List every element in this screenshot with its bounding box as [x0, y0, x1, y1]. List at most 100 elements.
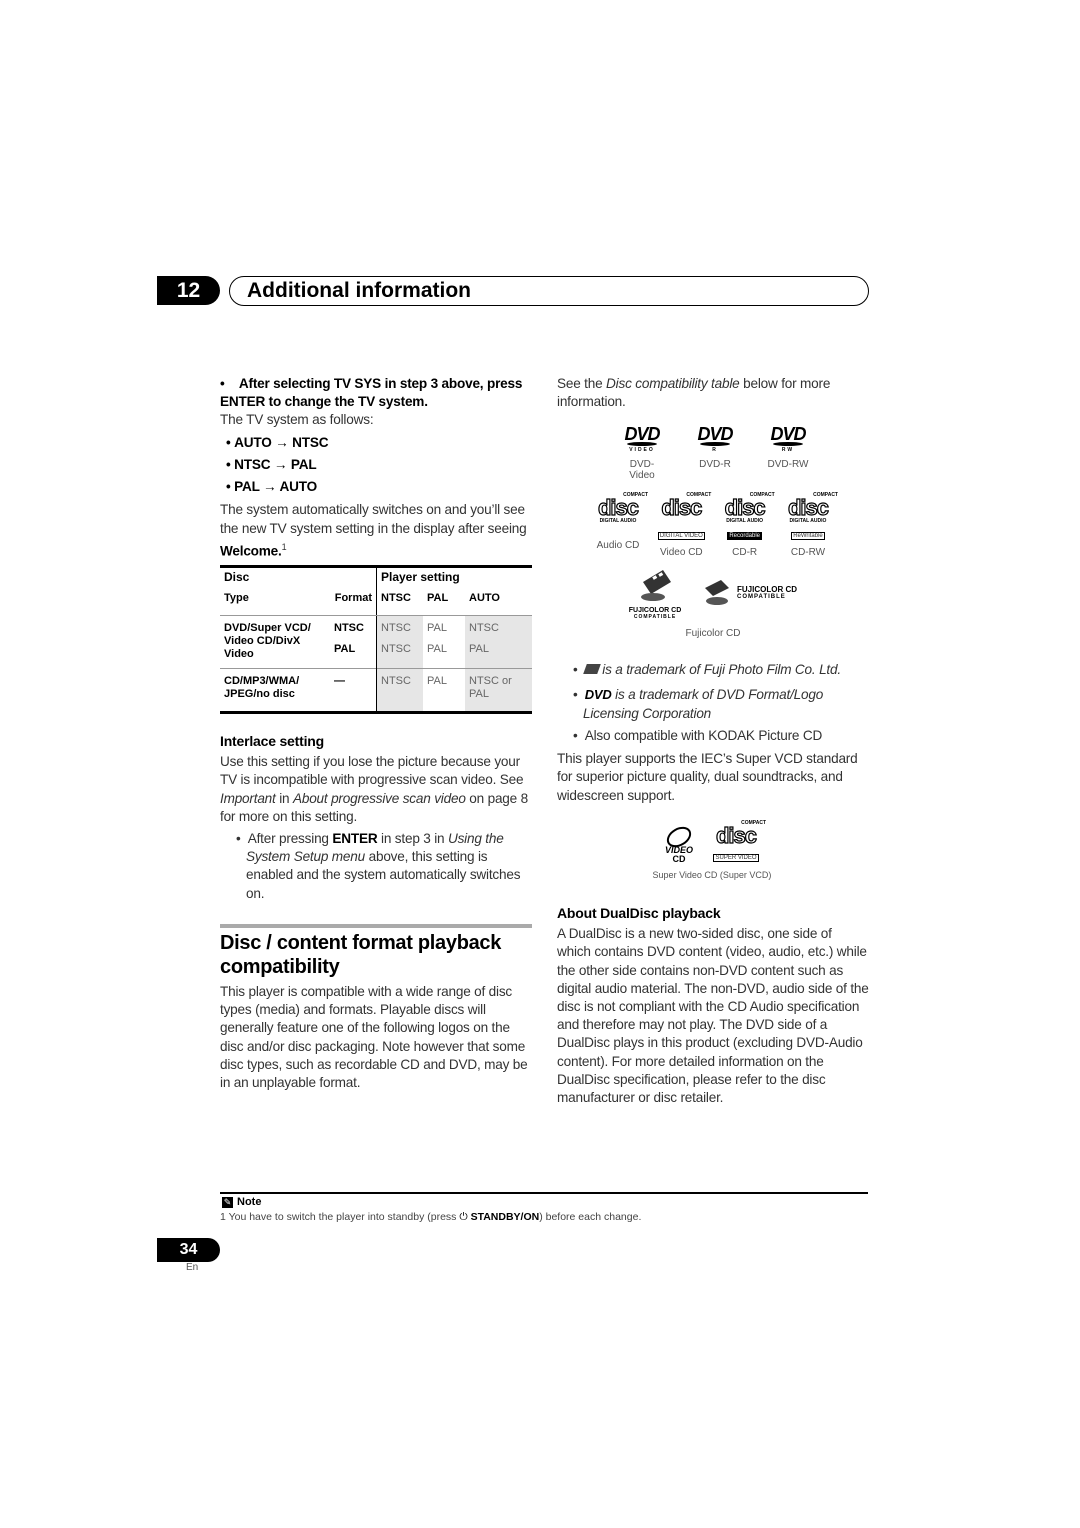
cell-ntsc: NTSC [376, 615, 423, 637]
trademark-notes: • is a trademark of Fuji Photo Film Co. … [557, 660, 869, 805]
logo-tag: DIGITAL VIDEO [657, 532, 705, 540]
pencil-icon: ✎ [222, 1196, 233, 1208]
cell-pal: PAL [427, 622, 447, 634]
cell-auto: NTSC [465, 615, 532, 637]
logo-text: CD [672, 854, 686, 864]
logo-mark: DVD [770, 424, 806, 444]
cell-ntsc: NTSC [376, 637, 423, 669]
logo-sub: DIGITAL AUDIO [789, 518, 827, 524]
logo-caption: CD-RW [790, 547, 826, 558]
link-progressive: About progressive scan video [292, 790, 466, 806]
tm-dvd: • DVD is a trademark of DVD Format/Logo … [573, 687, 824, 721]
logo-sub: DIGITAL AUDIO [726, 518, 764, 524]
logo-sub: VIDEO [629, 447, 655, 453]
film-disc-icon [705, 580, 729, 605]
svcd-text: This player supports the IEC’s Super VCD… [557, 751, 858, 803]
logo-mark: disc [787, 495, 829, 520]
interlace-bullet: • After pressing ENTER in step 3 in Usin… [236, 831, 521, 901]
logo-sub: COMPATIBLE [633, 614, 677, 620]
cycle-item: • AUTO → NTSC [226, 434, 329, 450]
interlace-text: Use this setting if you lose the picture… [220, 753, 532, 826]
cell-auto: PAL [465, 637, 532, 669]
cycle-item: • PAL → AUTO [226, 478, 317, 494]
film-disc-icon [641, 570, 671, 601]
logo-sub: RW [781, 447, 795, 453]
cell-pal: PAL [427, 675, 447, 687]
tm-fuji: • is a trademark of Fuji Photo Film Co. … [573, 662, 841, 677]
power-icon: ⏻ [459, 1211, 468, 1223]
bullet: • [220, 376, 225, 391]
cell-auto: NTSC or PAL [465, 668, 532, 711]
table-row: CD/MP3/WMA/ JPEG/no disc — NTSC PAL NTSC… [220, 668, 532, 711]
text: Use this setting if you lose the picture… [220, 754, 524, 788]
logo-text: FUJICOLOR CD [737, 584, 797, 594]
dvd-logos: DVD VIDEO DVD-Video DVD R DVD-R DVD RW DVD-RW [620, 425, 810, 481]
cell-type: CD/MP3/WMA/ JPEG/no disc [224, 675, 300, 700]
section-divider [220, 924, 532, 928]
text: You have to switch the player into stand… [228, 1211, 457, 1223]
interlace-heading: Interlace setting [220, 733, 324, 749]
table-row: DVD/Super VCD/ Video CD/DivX Video NTSC … [220, 615, 532, 660]
logo-mark: disc [724, 495, 766, 520]
cycle-text: AUTO → NTSC [234, 434, 329, 450]
text: in step 3 in [381, 831, 445, 847]
compat-section: Disc / content format playback compatibi… [220, 931, 532, 1092]
footnote: 1 You have to switch the player into sta… [220, 1211, 641, 1224]
text: is a trademark of Fuji Photo Film Co. Lt… [602, 662, 841, 677]
fujicolor-logo-horizontal: FUJICOLOR CD COMPATIBLE [703, 578, 797, 606]
cycle-item: • NTSC → PAL [226, 456, 317, 472]
logo-mark: DVD [624, 424, 660, 444]
auto-text-body: The system automatically switches on and… [220, 501, 527, 536]
cycle-text: NTSC → PAL [234, 456, 317, 472]
tv-cycle-list: • AUTO → NTSC • NTSC → PAL • PAL → AUTO [220, 432, 532, 498]
page-number: 34 [157, 1238, 220, 1262]
logo-mark: DVD [697, 424, 733, 444]
text: Also compatible with KODAK Picture CD [584, 728, 823, 743]
note-label: Note [237, 1196, 262, 1208]
enter-key: ENTER [332, 831, 378, 847]
text: After pressing [247, 831, 329, 847]
interlace-section: Interlace setting Use this setting if yo… [220, 732, 532, 903]
logo-caption: Audio CD [596, 540, 640, 551]
header-player-setting: Player setting [376, 568, 532, 590]
step-text: After selecting TV SYS in step 3 above, … [220, 376, 523, 410]
text: See the [557, 376, 603, 391]
dualdisc-section: About DualDisc playback A DualDisc is a … [557, 904, 869, 1107]
logo-mark: disc [661, 495, 703, 520]
cd-rw-logo: COMPACT disc DIGITAL AUDIO ReWritable CD-RW [778, 492, 838, 558]
footnote-number: 1 [220, 1211, 226, 1223]
language-code: En [186, 1262, 199, 1273]
manual-page: 12 Additional information • After select… [0, 0, 1080, 1528]
see-table-text: See the Disc compatibility table below f… [557, 375, 869, 411]
video-cd-logo: COMPACT disc DIGITAL VIDEO Video CD [651, 492, 711, 558]
col-ntsc: NTSC [376, 590, 423, 616]
logo-sub: COMPATIBLE [737, 593, 786, 600]
svcd-logos: VIDEO CD COMPACT disc SUPER VIDEO [660, 820, 766, 864]
logo-tag: ReWritable [791, 532, 825, 540]
auto-text: The system automatically switches on and… [220, 500, 532, 561]
welcome-text: Welcome. [220, 543, 282, 559]
fujicolor-caption: Fujicolor CD [685, 628, 741, 639]
dvd-video-logo: DVD VIDEO DVD-Video [620, 425, 664, 481]
cell-ntsc: NTSC [376, 668, 423, 711]
chapter-title: Additional information [247, 279, 471, 302]
super-video-cd-logo: COMPACT disc SUPER VIDEO [706, 820, 766, 864]
logo-caption: DVD-Video [629, 459, 655, 481]
logo-caption: DVD-R [699, 459, 731, 470]
cd-r-logo: COMPACT disc DIGITAL AUDIO Recordable CD-R [715, 492, 775, 558]
logo-mark: disc [597, 495, 639, 520]
left-column: • After selecting TV SYS in step 3 above… [220, 375, 532, 560]
compat-text: This player is compatible with a wide ra… [220, 984, 528, 1091]
dvd-r-logo: DVD R DVD-R [693, 425, 737, 481]
cell-format: — [334, 675, 345, 687]
link-compat-table: Disc compatibility table [606, 376, 740, 391]
fujicolor-icon [582, 664, 601, 674]
logo-sub: R [712, 447, 718, 453]
logo-tag: Recordable [727, 532, 762, 540]
cell-format: NTSC [334, 622, 364, 634]
dualdisc-text: A DualDisc is a new two-sided disc, one … [557, 926, 869, 1106]
audio-cd-logo: COMPACT disc DIGITAL AUDIO Audio CD [588, 492, 648, 558]
logo-text: FUJICOLOR CD [628, 607, 682, 614]
text: in [279, 790, 290, 806]
compat-heading: Disc / content format playback compatibi… [220, 932, 502, 978]
